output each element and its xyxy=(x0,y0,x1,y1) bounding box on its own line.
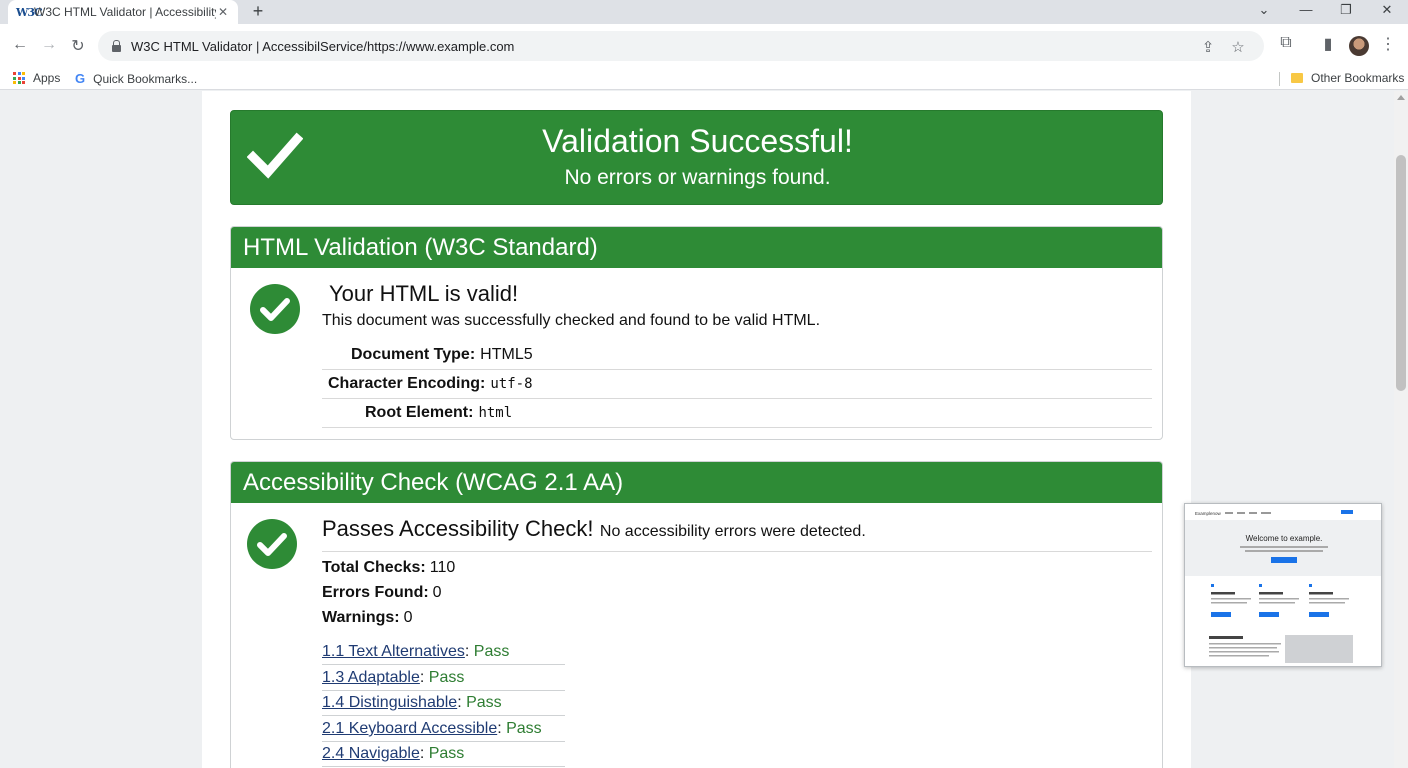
a11y-pass-title: Passes Accessibility Check! xyxy=(322,516,594,541)
valid-check-icon xyxy=(250,284,300,334)
browser-toolbar: ← → ↻ W3C HTML Validator | AccessibilSer… xyxy=(0,24,1408,68)
criterion-row: 1.1 Text Alternatives: Pass xyxy=(322,640,565,665)
encoding-label: Character Encoding: xyxy=(328,375,486,392)
share-icon[interactable]: ⇪ xyxy=(1198,38,1218,56)
page-preview-thumbnail[interactable]: Examplenow Welcome to example. xyxy=(1184,503,1382,667)
minimize-icon[interactable]: — xyxy=(1296,2,1316,17)
lock-icon xyxy=(112,39,121,52)
menu-kebab-icon[interactable]: ⋮ xyxy=(1378,34,1398,54)
root-element-label: Root Element: xyxy=(365,404,474,421)
page-scrollbar[interactable] xyxy=(1394,91,1408,768)
scrollbar-thumb[interactable] xyxy=(1396,155,1406,391)
back-icon[interactable]: ← xyxy=(10,36,30,54)
criterion-result: Pass xyxy=(428,669,465,686)
apps-grid-icon xyxy=(13,72,25,84)
preview-title: Welcome to example. xyxy=(1246,534,1323,543)
bookmark-star-icon[interactable]: ☆ xyxy=(1228,38,1248,56)
stat-value: 110 xyxy=(429,559,456,576)
criterion-row: 1.4 Distinguishable: Pass xyxy=(322,691,565,716)
reload-icon[interactable]: ↻ xyxy=(68,36,88,56)
address-text: W3C HTML Validator | AccessibilService/h… xyxy=(131,38,515,54)
criterion-link[interactable]: 2.1 Keyboard Accessible xyxy=(322,720,497,737)
criterion-link[interactable]: 1.3 Adaptable xyxy=(322,669,420,686)
stat-errors-found: Errors Found: 0 xyxy=(322,584,442,602)
a11y-check-icon xyxy=(247,519,297,569)
html-validation-header: HTML Validation (W3C Standard) xyxy=(231,227,1162,268)
tab-search-icon[interactable]: ⌄ xyxy=(1254,2,1274,18)
tab-title: W3C HTML Validator | Accessibility xyxy=(34,5,216,19)
stat-total-checks: Total Checks: 110 xyxy=(322,559,455,577)
w3c-favicon-icon: W3C xyxy=(16,5,43,19)
criterion-link[interactable]: 1.1 Text Alternatives xyxy=(322,643,465,660)
stat-label: Total Checks: xyxy=(322,559,426,576)
encoding-value: utf-8 xyxy=(490,376,533,392)
new-tab-icon[interactable]: + xyxy=(248,1,268,22)
apps-label: Apps xyxy=(33,71,61,85)
preview-image: Examplenow Welcome to example. xyxy=(1185,504,1381,666)
root-element-row: Root Element: html xyxy=(322,399,1152,428)
bookmark-quick[interactable]: G Quick Bookmarks... xyxy=(75,71,197,86)
criterion-row: 2.4 Navigable: Pass xyxy=(322,742,565,767)
google-icon: G xyxy=(75,71,86,86)
html-valid-title: Your HTML is valid! xyxy=(329,281,519,306)
bookmarks-bar: Apps G Quick Bookmarks... Other Bookmark… xyxy=(0,68,1408,90)
accessibility-header: Accessibility Check (WCAG 2.1 AA) xyxy=(231,462,1162,503)
criterion-result: Pass xyxy=(466,694,502,711)
bookmark-separator xyxy=(1279,72,1280,86)
banner-title: Validation Successful! xyxy=(542,123,853,159)
stat-label: Errors Found: xyxy=(322,584,429,601)
criterion-link[interactable]: 1.4 Distinguishable xyxy=(322,694,457,711)
doc-type-label: Document Type: xyxy=(351,346,476,363)
address-bar[interactable]: W3C HTML Validator | AccessibilService/h… xyxy=(98,31,1264,61)
html-valid-description: This document was successfully checked a… xyxy=(322,312,821,329)
criterion-row: 2.1 Keyboard Accessible: Pass xyxy=(322,717,565,742)
criterion-result: Pass xyxy=(428,745,465,762)
tab-close-icon[interactable]: ✕ xyxy=(216,5,230,19)
quick-bookmarks-label: Quick Bookmarks... xyxy=(93,71,198,86)
close-window-icon[interactable]: ✕ xyxy=(1377,2,1397,18)
browser-tab[interactable]: W3C W3C HTML Validator | Accessibility ✕ xyxy=(8,0,238,24)
other-bookmarks-label: Other Bookmarks xyxy=(1311,71,1405,85)
encoding-row: Character Encoding: utf-8 xyxy=(322,370,1152,399)
html-validation-card: HTML Validation (W3C Standard) Your HTML… xyxy=(230,226,1163,440)
banner-subtitle: No errors or warnings found. xyxy=(564,166,831,189)
folder-icon xyxy=(1291,73,1303,83)
root-element-value: html xyxy=(478,405,513,421)
scroll-up-icon[interactable] xyxy=(1397,95,1405,100)
criterion-result: Pass xyxy=(506,720,542,737)
stat-label: Warnings: xyxy=(322,609,400,626)
stat-value: 0 xyxy=(432,584,442,601)
success-banner: Validation Successful! No errors or warn… xyxy=(230,110,1163,205)
preview-brand: Examplenow xyxy=(1195,511,1222,516)
stat-value: 0 xyxy=(403,609,413,626)
restore-icon[interactable]: ❐ xyxy=(1336,2,1356,18)
report-page: Validation Successful! No errors or warn… xyxy=(202,91,1191,768)
criterion-link[interactable]: 2.4 Navigable xyxy=(322,745,420,762)
criterion-result: Pass xyxy=(473,643,510,660)
a11y-pass-description: No accessibility errors were detected. xyxy=(599,523,866,540)
bookmark-apps[interactable]: Apps xyxy=(13,71,60,85)
doc-type-value: HTML5 xyxy=(480,346,533,363)
stat-warnings: Warnings: 0 xyxy=(322,609,413,627)
tab-strip: W3C W3C HTML Validator | Accessibility ✕… xyxy=(0,0,1408,24)
a11y-pass-line: Passes Accessibility Check! No accessibi… xyxy=(322,516,1152,552)
doc-type-row: Document Type: HTML5 xyxy=(322,341,1152,370)
extensions-icon[interactable]: ⧉ xyxy=(1276,34,1296,52)
criterion-row: 1.3 Adaptable: Pass xyxy=(322,666,565,691)
profile-avatar[interactable] xyxy=(1349,36,1369,56)
forward-icon[interactable]: → xyxy=(39,36,59,54)
side-panel-icon[interactable]: ▮ xyxy=(1318,34,1338,54)
accessibility-card: Accessibility Check (WCAG 2.1 AA) Passes… xyxy=(230,461,1163,768)
bookmark-other[interactable]: Other Bookmarks xyxy=(1291,71,1404,85)
